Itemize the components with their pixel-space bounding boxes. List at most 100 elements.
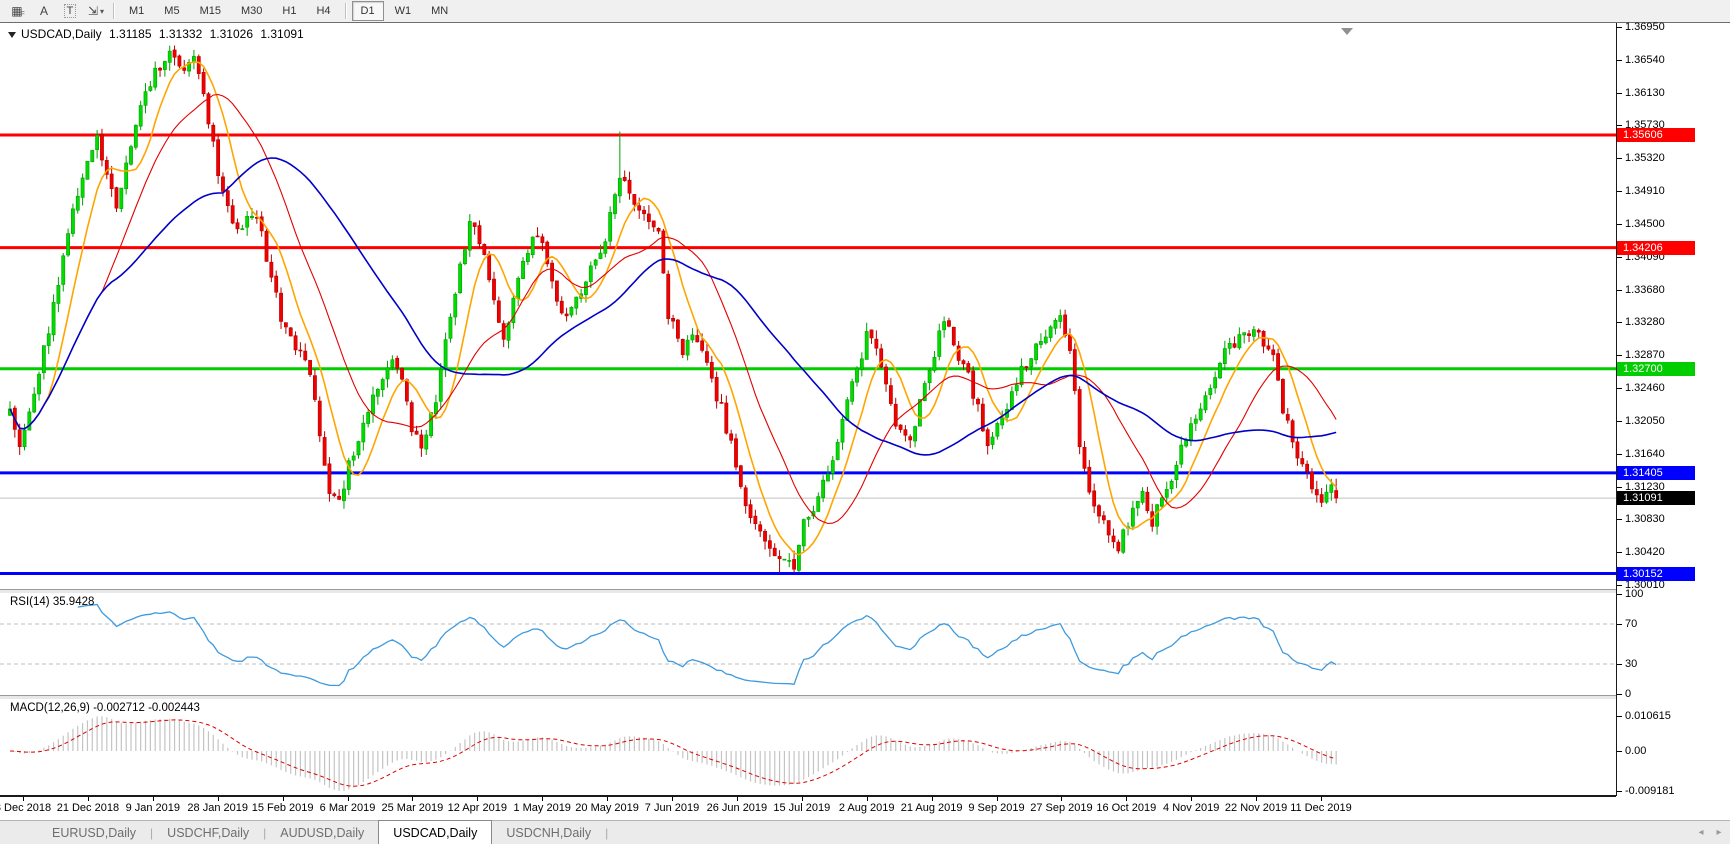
date-label: 6 Mar 2019 (320, 802, 376, 814)
price-tick-label: 1.33680 (1625, 284, 1665, 296)
ohlc-high: 1.31332 (159, 27, 202, 41)
tab-eurusd[interactable]: EURUSD,Daily (38, 822, 150, 844)
price-tick-label: 1.36130 (1625, 87, 1665, 99)
timeframe-d1-button[interactable]: D1 (352, 1, 384, 21)
time-axis[interactable]: 3 Dec 2018 21 Dec 2018 9 Jan 2019 28 Jan 20… (0, 797, 1730, 820)
axis-tick (1617, 158, 1622, 159)
label-t-button[interactable]: T (58, 2, 82, 20)
timeframe-h4-button[interactable]: H4 (307, 1, 339, 21)
time-axis-tick (153, 797, 154, 801)
date-label: 9 Jan 2019 (126, 802, 180, 814)
time-axis-tick (88, 797, 89, 801)
price-tick-label: 1.32460 (1625, 382, 1665, 394)
timeframe-w1-button[interactable]: W1 (386, 1, 421, 21)
ohlc-low: 1.31026 (210, 27, 253, 41)
chevron-down-icon[interactable]: ▾ (100, 7, 104, 16)
axis-tick (1617, 290, 1622, 291)
time-axis-tick (1191, 797, 1192, 801)
tab-scroll-left-icon[interactable]: ◂ (1694, 827, 1708, 838)
cursor-mode-button[interactable]: ⇲▾ (84, 2, 108, 20)
symbol-label: USDCAD,Daily (21, 27, 102, 41)
time-axis-tick (1061, 797, 1062, 801)
toolbar-separator (345, 3, 347, 19)
tab-scroll-right-icon[interactable]: ▸ (1712, 827, 1726, 838)
rsi-scale-label: 30 (1625, 658, 1637, 670)
axis-tick (1617, 93, 1622, 94)
date-label: 21 Dec 2018 (57, 802, 119, 814)
date-label: 20 May 2019 (575, 802, 639, 814)
main-chart-canvas[interactable] (0, 23, 1616, 589)
time-axis-tick (607, 797, 608, 801)
date-label: 27 Sep 2019 (1030, 802, 1092, 814)
time-axis-tick (1126, 797, 1127, 801)
date-label: 26 Jun 2019 (707, 802, 768, 814)
date-label: 28 Jan 2019 (187, 802, 248, 814)
chart-tab-bar: EURUSD,Daily|USDCHF,Daily|AUDUSD,DailyUS… (0, 820, 1730, 844)
symbol-dropdown-icon[interactable] (8, 32, 16, 38)
price-tick-label: 1.36540 (1625, 54, 1665, 66)
price-tick-label: 1.32870 (1625, 349, 1665, 361)
hline-price-label: 1.34206 (1617, 241, 1695, 255)
timeframe-m30-button[interactable]: M30 (232, 1, 271, 21)
price-tick-label: 1.31640 (1625, 448, 1665, 460)
timeframe-h1-button[interactable]: H1 (273, 1, 305, 21)
rsi-scale-label: 70 (1625, 618, 1637, 630)
time-axis-tick (672, 797, 673, 801)
main-chart-pane[interactable]: USDCAD,Daily 1.31185 1.31332 1.31026 1.3… (0, 23, 1730, 589)
macd-pane[interactable]: MACD(12,26,9) -0.002712 -0.002443 (0, 699, 1730, 795)
time-axis-tick (997, 797, 998, 801)
timeframe-m5-button[interactable]: M5 (155, 1, 188, 21)
current-price-label: 1.31091 (1617, 491, 1695, 505)
date-label: 4 Nov 2019 (1163, 802, 1219, 814)
tab-usdcnh[interactable]: USDCNH,Daily (492, 822, 605, 844)
rsi-pane[interactable]: RSI(14) 35.9428 (0, 593, 1730, 695)
date-label: 12 Apr 2019 (448, 802, 507, 814)
time-axis-tick (412, 797, 413, 801)
timeframe-m15-button[interactable]: M15 (191, 1, 230, 21)
date-label: 1 May 2019 (513, 802, 570, 814)
hline-price-label: 1.35606 (1617, 128, 1695, 142)
axis-tick (1617, 519, 1622, 520)
time-axis-tick (932, 797, 933, 801)
date-label: 15 Feb 2019 (252, 802, 314, 814)
tab-usdchf[interactable]: USDCHF,Daily (153, 822, 263, 844)
time-axis-tick (1256, 797, 1257, 801)
price-tick-label: 1.34910 (1625, 185, 1665, 197)
rsi-label: RSI(14) 35.9428 (10, 596, 94, 608)
tab-usdcad[interactable]: USDCAD,Daily (378, 820, 492, 844)
timeframe-m1-button[interactable]: M1 (120, 1, 153, 21)
axis-tick (1617, 388, 1622, 389)
mt4-window: ▦FAT⇲▾ M1M5M15M30H1H4 D1W1MN USDCAD,Daily … (0, 0, 1730, 844)
toolbar: ▦FAT⇲▾ M1M5M15M30H1H4 D1W1MN (0, 0, 1730, 23)
tab-audusd[interactable]: AUDUSD,Daily (266, 822, 378, 844)
axis-tick (1617, 257, 1622, 258)
text-a-button[interactable]: A (32, 2, 56, 20)
hline-price-label: 1.31405 (1617, 466, 1695, 480)
price-tick-label: 1.32050 (1625, 415, 1665, 427)
axis-tick (1617, 27, 1622, 28)
chart-window: USDCAD,Daily 1.31185 1.31332 1.31026 1.3… (0, 22, 1730, 820)
chart-grid-f-icon[interactable]: ▦F (6, 2, 30, 20)
axis-tick (1617, 191, 1622, 192)
tab-divider: | (605, 826, 608, 840)
price-axis[interactable]: 1.369501.365401.361301.357301.353201.349… (1616, 23, 1730, 796)
timeframe-mn-button[interactable]: MN (422, 1, 457, 21)
macd-canvas[interactable] (0, 699, 1616, 795)
axis-tick (1617, 791, 1622, 792)
date-label: 7 Jun 2019 (645, 802, 699, 814)
macd-scale-label: 0.00 (1625, 745, 1646, 757)
time-axis-tick (218, 797, 219, 801)
date-label: 22 Nov 2019 (1225, 802, 1287, 814)
axis-tick (1617, 487, 1622, 488)
time-axis-tick (1321, 797, 1322, 801)
date-label: 3 Dec 2018 (0, 802, 51, 814)
price-tick-label: 1.33280 (1625, 316, 1665, 328)
time-axis-tick (542, 797, 543, 801)
chart-shift-icon[interactable] (1341, 28, 1353, 35)
toolbar-separator (113, 3, 115, 19)
date-label: 11 Dec 2019 (1290, 802, 1352, 814)
time-axis-tick (348, 797, 349, 801)
axis-tick (1617, 624, 1622, 625)
rsi-canvas[interactable] (0, 593, 1616, 695)
time-axis-tick (867, 797, 868, 801)
